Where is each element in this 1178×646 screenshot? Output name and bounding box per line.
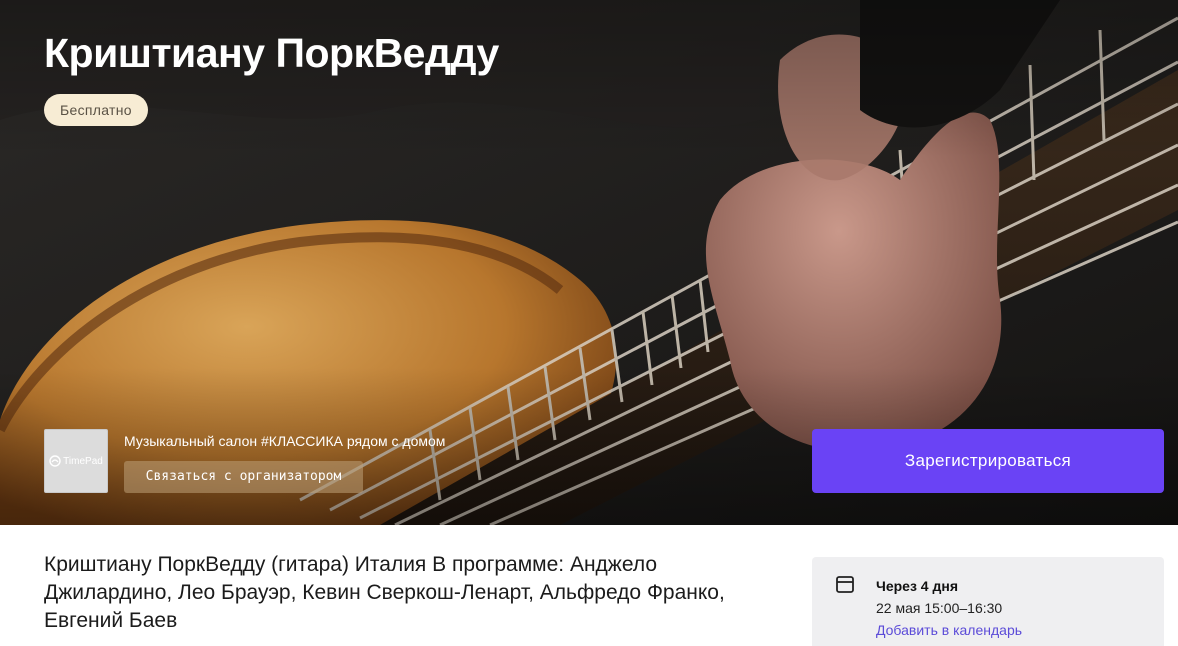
date-relative: Через 4 дня <box>876 578 958 594</box>
organizer-name[interactable]: Музыкальный салон #КЛАССИКА рядом с домо… <box>124 433 445 449</box>
timepad-logo-icon <box>49 455 61 467</box>
timepad-logo-text: TimePad <box>63 455 103 467</box>
event-title: Криштиану ПоркВедду <box>44 30 499 76</box>
event-description: Криштиану ПоркВедду (гитара) Италия В пр… <box>44 553 725 632</box>
add-to-calendar-link[interactable]: Добавить в календарь <box>876 622 1022 638</box>
organizer-logo[interactable]: TimePad <box>44 429 108 493</box>
register-button[interactable]: Зарегистрироваться <box>812 429 1164 493</box>
event-date-card: Через 4 дня 22 мая 15:00–16:30 Добавить … <box>812 557 1164 646</box>
timepad-logo: TimePad <box>49 455 103 467</box>
price-badge: Бесплатно <box>44 94 148 126</box>
contact-organizer-button[interactable]: Связаться с организатором <box>124 461 363 493</box>
calendar-icon <box>836 576 854 593</box>
date-range: 22 мая 15:00–16:30 <box>876 600 1003 616</box>
event-hero: Криштиану ПоркВедду Бесплатно TimePad Му… <box>0 0 1178 525</box>
